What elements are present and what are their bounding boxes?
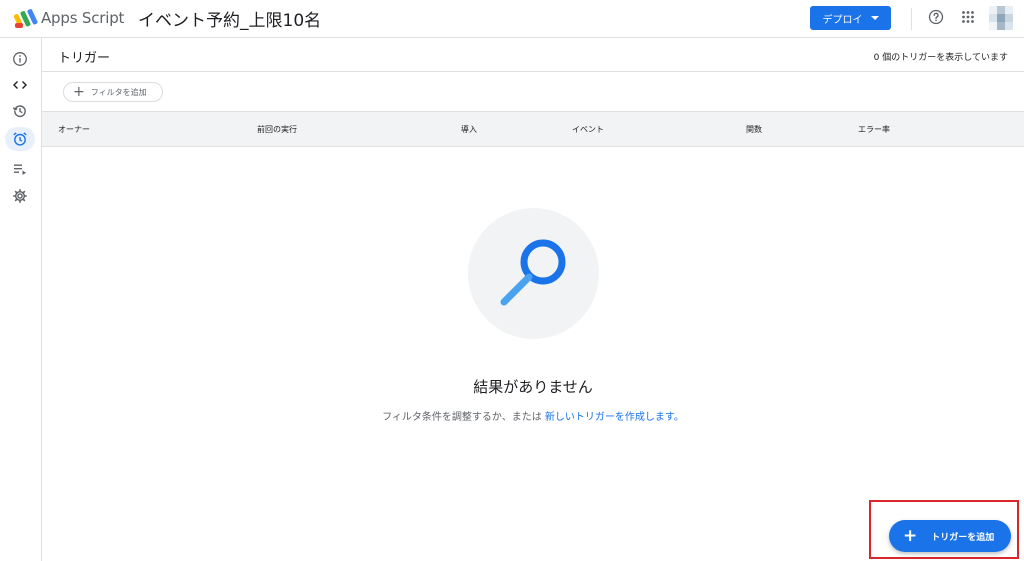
- avatar-pixel: [989, 22, 997, 30]
- avatar-pixel: [997, 22, 1005, 30]
- apps-script-logo-icon[interactable]: [14, 8, 38, 30]
- info-icon: [13, 52, 27, 66]
- toolbar-divider: [911, 8, 912, 30]
- column-deployment[interactable]: 導入: [461, 124, 477, 135]
- avatar-pixel: [989, 6, 997, 14]
- column-error-rate[interactable]: エラー率: [858, 124, 890, 135]
- nav-editor[interactable]: [5, 73, 35, 97]
- nav-executions[interactable]: [5, 157, 35, 181]
- column-event[interactable]: イベント: [572, 124, 604, 135]
- add-trigger-button[interactable]: + トリガーを追加: [889, 520, 1011, 552]
- apps-grid-icon[interactable]: [961, 10, 975, 24]
- column-function[interactable]: 関数: [746, 124, 762, 135]
- empty-state-title: 結果がありません: [473, 378, 593, 396]
- avatar-pixel: [1005, 22, 1013, 30]
- header-divider: [42, 71, 1024, 72]
- avatar-pixel: [1005, 6, 1013, 14]
- app-name: Apps Script: [41, 9, 125, 27]
- nav-settings[interactable]: [5, 184, 35, 208]
- avatar-pixel: [989, 14, 997, 22]
- help-circle-icon[interactable]: [928, 9, 944, 25]
- search-icon: [500, 239, 566, 306]
- add-filter-button[interactable]: + フィルタを追加: [63, 82, 163, 102]
- avatar[interactable]: [989, 6, 1013, 30]
- nav-overview[interactable]: [5, 47, 35, 71]
- gear-icon: [13, 189, 27, 203]
- page-title: トリガー: [58, 51, 111, 66]
- plus-icon: +: [73, 84, 85, 100]
- deploy-button[interactable]: デプロイ: [810, 6, 891, 30]
- nav-triggers[interactable]: [5, 127, 35, 151]
- alarm-clock-icon: [13, 132, 27, 146]
- top-bar: Apps Script イベント予約_上限10名 デプロイ: [0, 0, 1024, 38]
- deploy-button-label: デプロイ: [822, 14, 863, 26]
- plus-icon: +: [903, 525, 918, 546]
- caret-down-icon: [870, 16, 879, 20]
- empty-state-description-text: フィルタ条件を調整するか、または: [382, 412, 545, 423]
- history-icon: [12, 105, 26, 118]
- column-last-run[interactable]: 前回の実行: [257, 124, 297, 135]
- avatar-pixel: [997, 6, 1005, 14]
- left-navigation-rail: [0, 38, 42, 561]
- avatar-pixel: [1005, 14, 1013, 22]
- executions-icon: [14, 164, 26, 175]
- column-owner[interactable]: オーナー: [58, 124, 90, 135]
- code-icon: [13, 81, 27, 89]
- table-header: オーナー 前回の実行 導入 イベント 関数 エラー率: [42, 111, 1024, 147]
- nav-history[interactable]: [5, 99, 35, 123]
- add-trigger-label: トリガーを追加: [931, 532, 995, 543]
- create-trigger-link[interactable]: 新しいトリガーを作成します。: [545, 412, 684, 423]
- trigger-count-text: 0 個のトリガーを表示しています: [873, 53, 1008, 63]
- project-title[interactable]: イベント予約_上限10名: [138, 6, 321, 31]
- add-filter-label: フィルタを追加: [90, 87, 147, 97]
- avatar-pixel: [997, 14, 1005, 22]
- empty-state-description: フィルタ条件を調整するか、または 新しいトリガーを作成します。: [0, 408, 1024, 423]
